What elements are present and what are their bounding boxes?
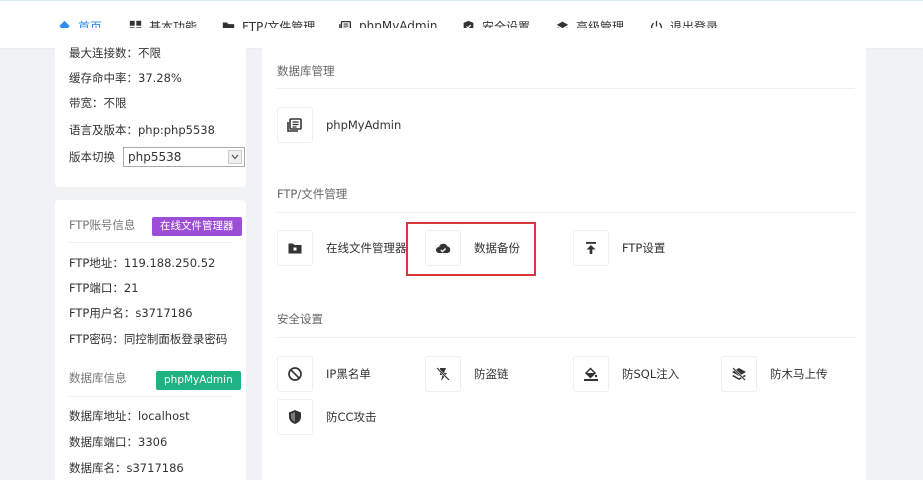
tool-anti-cc-attack[interactable]: 防CC攻击 [277, 399, 377, 435]
block-icon [288, 367, 302, 381]
tool-label: phpMyAdmin [326, 118, 402, 132]
divider [277, 212, 855, 213]
tool-icon-box [277, 230, 313, 266]
divider [69, 242, 232, 243]
tool-label: 在线文件管理器 [326, 241, 407, 255]
tool-label: 防木马上传 [770, 367, 828, 381]
tool-icon-box [277, 356, 313, 392]
tool-ip-blacklist[interactable]: IP黑名单 [277, 356, 371, 392]
highlight-box [406, 222, 536, 276]
db-port: 数据库端口：3306 [69, 435, 168, 449]
database-icon [287, 118, 302, 132]
tools-panel: 数据库管理 phpMyAdmin FTP/文件管理 在线文件管理器 数据备份 F… [262, 28, 866, 480]
tool-phpmyadmin[interactable]: phpMyAdmin [277, 107, 401, 143]
layers-off-icon [732, 367, 746, 381]
language-version: 语言及版本：php:php5538 [69, 123, 215, 137]
version-select[interactable]: php5538 [123, 147, 245, 167]
db-info-title: 数据库信息 [69, 371, 127, 385]
tool-label: FTP设置 [622, 241, 666, 255]
tool-anti-sql-injection[interactable]: 防SQL注入 [573, 356, 679, 392]
tool-icon-box [573, 356, 609, 392]
phpmyadmin-button[interactable]: phpMyAdmin [156, 371, 241, 390]
tool-icon-box [573, 230, 609, 266]
tool-icon-box [277, 399, 313, 435]
tool-label: 防CC攻击 [326, 410, 377, 424]
tool-icon-box [277, 107, 313, 143]
shield-icon [289, 410, 301, 424]
chevron-down-icon [228, 150, 242, 164]
tool-label: IP黑名单 [326, 367, 371, 381]
divider [69, 396, 232, 397]
tool-label: 防SQL注入 [622, 367, 680, 381]
ftp-password: FTP密码：同控制面板登录密码 [69, 332, 228, 346]
bandwidth: 带宽：不限 [69, 96, 127, 110]
ftp-address: FTP地址：119.188.250.52 [69, 256, 216, 270]
tool-label: 防盗链 [474, 367, 509, 381]
group-title-database: 数据库管理 [277, 64, 335, 78]
upload-icon [586, 242, 596, 254]
db-name: 数据库名：s3717186 [69, 461, 184, 475]
server-info-card: 最大连接数：不限 缓存命中率：37.28% 带宽：不限 语言及版本：php:ph… [55, 28, 246, 187]
ftp-info-title: FTP账号信息 [69, 218, 136, 232]
db-address: 数据库地址：localhost [69, 409, 190, 423]
divider [277, 88, 855, 89]
paint-bucket-icon [584, 367, 598, 381]
tool-icon-box [425, 356, 461, 392]
tool-icon-box [721, 356, 757, 392]
version-select-value: php5538 [128, 150, 182, 164]
account-info-card: FTP账号信息 在线文件管理器 FTP地址：119.188.250.52 FTP… [55, 200, 246, 480]
divider [277, 337, 855, 338]
tool-ftp-settings[interactable]: FTP设置 [573, 230, 665, 266]
tool-file-manager[interactable]: 在线文件管理器 [277, 230, 407, 266]
folder-icon [288, 243, 302, 254]
max-connections: 最大连接数：不限 [69, 46, 161, 60]
ftp-user: FTP用户名：s3717186 [69, 306, 193, 320]
file-manager-button[interactable]: 在线文件管理器 [152, 217, 242, 236]
group-title-ftp: FTP/文件管理 [277, 187, 348, 201]
flash-off-icon [436, 367, 450, 381]
group-title-security: 安全设置 [277, 312, 323, 326]
ftp-port: FTP端口：21 [69, 281, 139, 295]
cache-hit-rate: 缓存命中率：37.28% [69, 71, 182, 85]
tool-anti-leech[interactable]: 防盗链 [425, 356, 509, 392]
version-switch-label: 版本切换 [69, 150, 115, 164]
tool-anti-trojan-upload[interactable]: 防木马上传 [721, 356, 828, 392]
